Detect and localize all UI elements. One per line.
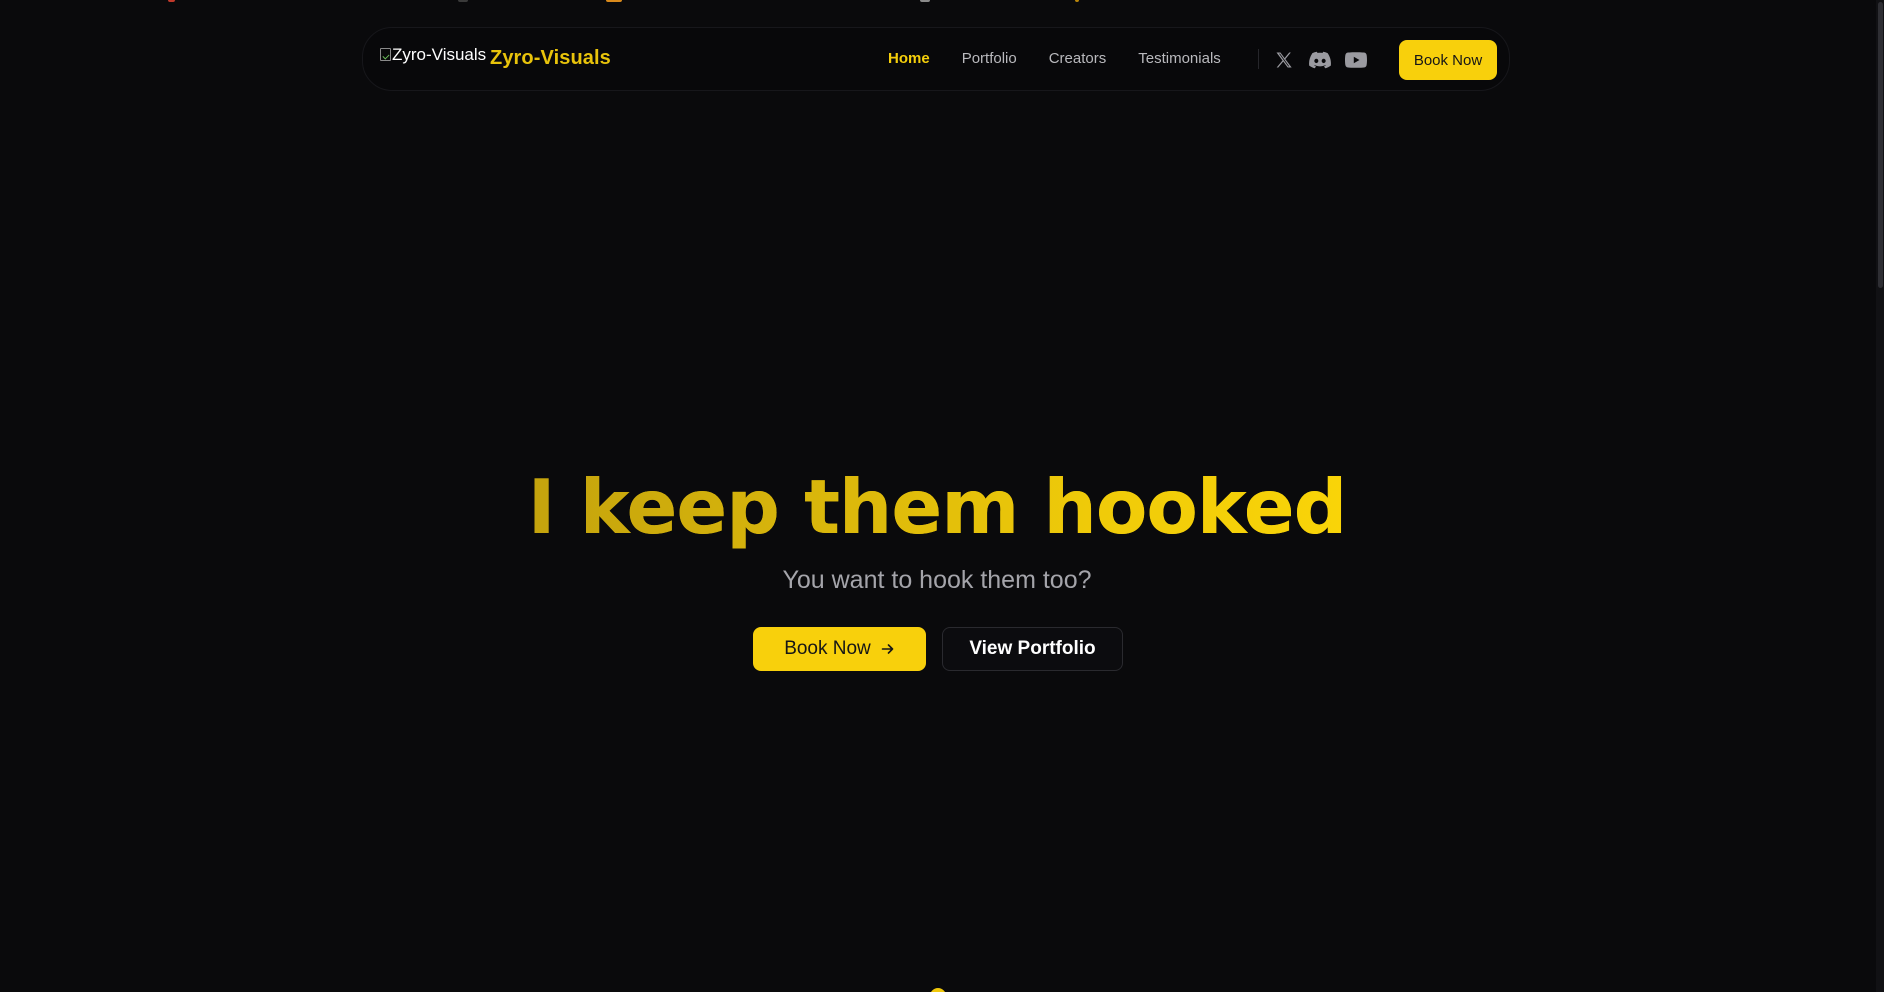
nav-link-portfolio[interactable]: Portfolio — [962, 50, 1017, 68]
top-edge-fragment — [1075, 0, 1079, 2]
top-edge-fragment — [168, 0, 175, 2]
x-twitter-icon[interactable] — [1273, 49, 1295, 71]
scrollbar[interactable] — [1876, 0, 1884, 992]
hero-book-now-label: Book Now — [784, 638, 871, 659]
scroll-indicator — [930, 988, 946, 992]
brand-name[interactable]: Zyro-Visuals — [490, 47, 611, 70]
page: Zyro-Visuals Zyro-Visuals Home Portfolio… — [0, 0, 1884, 992]
nav-link-home[interactable]: Home — [888, 50, 930, 68]
youtube-icon[interactable] — [1345, 49, 1367, 71]
nav-book-now-button[interactable]: Book Now — [1399, 40, 1497, 80]
top-edge-fragment — [920, 0, 930, 2]
top-edge-fragment — [458, 0, 468, 2]
discord-icon[interactable] — [1309, 49, 1331, 71]
hero-title: I keep them hooked — [0, 462, 1874, 552]
nav-link-creators[interactable]: Creators — [1049, 50, 1107, 68]
hero-title-text: I keep them hooked — [527, 463, 1348, 551]
logo-link[interactable]: Zyro-Visuals — [380, 45, 486, 65]
logo-alt-text: Zyro-Visuals — [392, 45, 487, 64]
nav-links: Home Portfolio Creators Testimonials — [888, 50, 1221, 68]
top-edge-fragment — [606, 0, 622, 2]
nav-link-testimonials[interactable]: Testimonials — [1138, 50, 1221, 68]
arrow-right-icon — [881, 644, 894, 654]
navbar: Zyro-Visuals Zyro-Visuals Home Portfolio… — [362, 27, 1510, 91]
scrollbar-thumb[interactable] — [1878, 2, 1883, 288]
broken-image-icon — [380, 48, 391, 61]
hero-book-now-button[interactable]: Book Now — [753, 627, 926, 671]
nav-divider — [1258, 49, 1259, 69]
view-portfolio-button[interactable]: View Portfolio — [942, 627, 1123, 671]
hero-subtitle: You want to hook them too? — [782, 566, 1092, 594]
